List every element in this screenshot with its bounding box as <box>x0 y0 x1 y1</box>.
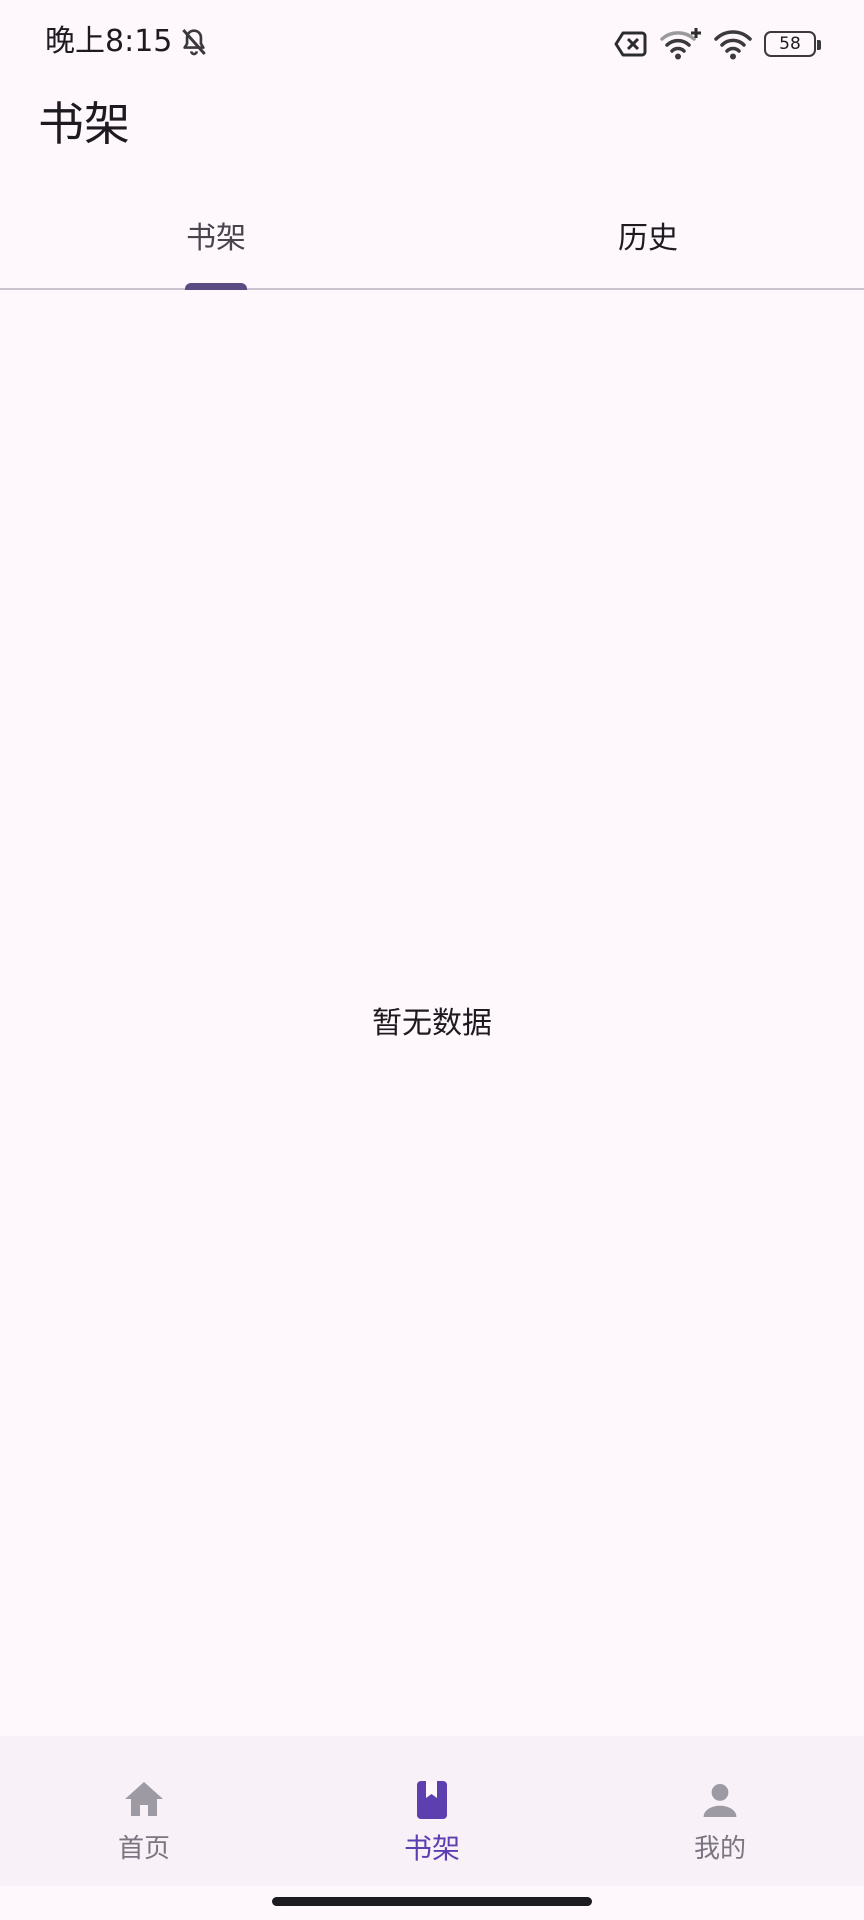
page-title: 书架 <box>38 97 130 151</box>
nav-item-profile[interactable]: 我的 <box>576 1736 864 1886</box>
tab-bookshelf-label: 书架 <box>186 221 246 256</box>
status-icons: 58 <box>614 26 821 62</box>
battery-tip <box>817 40 821 50</box>
person-icon <box>703 1784 737 1817</box>
empty-state-message: 暂无数据 <box>372 1006 492 1041</box>
wifi-icon <box>714 30 752 60</box>
bell-off-icon <box>182 29 207 56</box>
tab-bar: 书架 历史 <box>0 196 864 290</box>
battery-level: 58 <box>779 34 801 54</box>
status-time: 晚上8:15 <box>45 20 210 64</box>
bookmark-book-icon <box>417 1781 447 1819</box>
no-sim-icon <box>614 31 647 57</box>
home-icon <box>125 1782 163 1816</box>
bottom-navigation: 首页 书架 我的 <box>0 1736 864 1886</box>
status-time-text: 晚上8:15 <box>45 24 173 59</box>
gesture-handle[interactable] <box>272 1897 592 1906</box>
nav-item-bookshelf[interactable]: 书架 <box>288 1736 576 1886</box>
nav-item-bookshelf-label: 书架 <box>403 1832 460 1865</box>
tab-indicator <box>185 283 247 290</box>
nav-item-home-label: 首页 <box>117 1834 170 1864</box>
tab-bookshelf[interactable]: 书架 <box>0 196 432 290</box>
wifi-plus-icon <box>660 28 701 60</box>
nav-item-profile-label: 我的 <box>693 1834 746 1864</box>
status-bar: 晚上8:15 58 <box>0 0 864 84</box>
tab-history-label: 历史 <box>618 221 678 256</box>
nav-item-home[interactable]: 首页 <box>0 1736 288 1886</box>
battery-icon: 58 <box>764 31 821 57</box>
tab-history[interactable]: 历史 <box>432 196 864 288</box>
